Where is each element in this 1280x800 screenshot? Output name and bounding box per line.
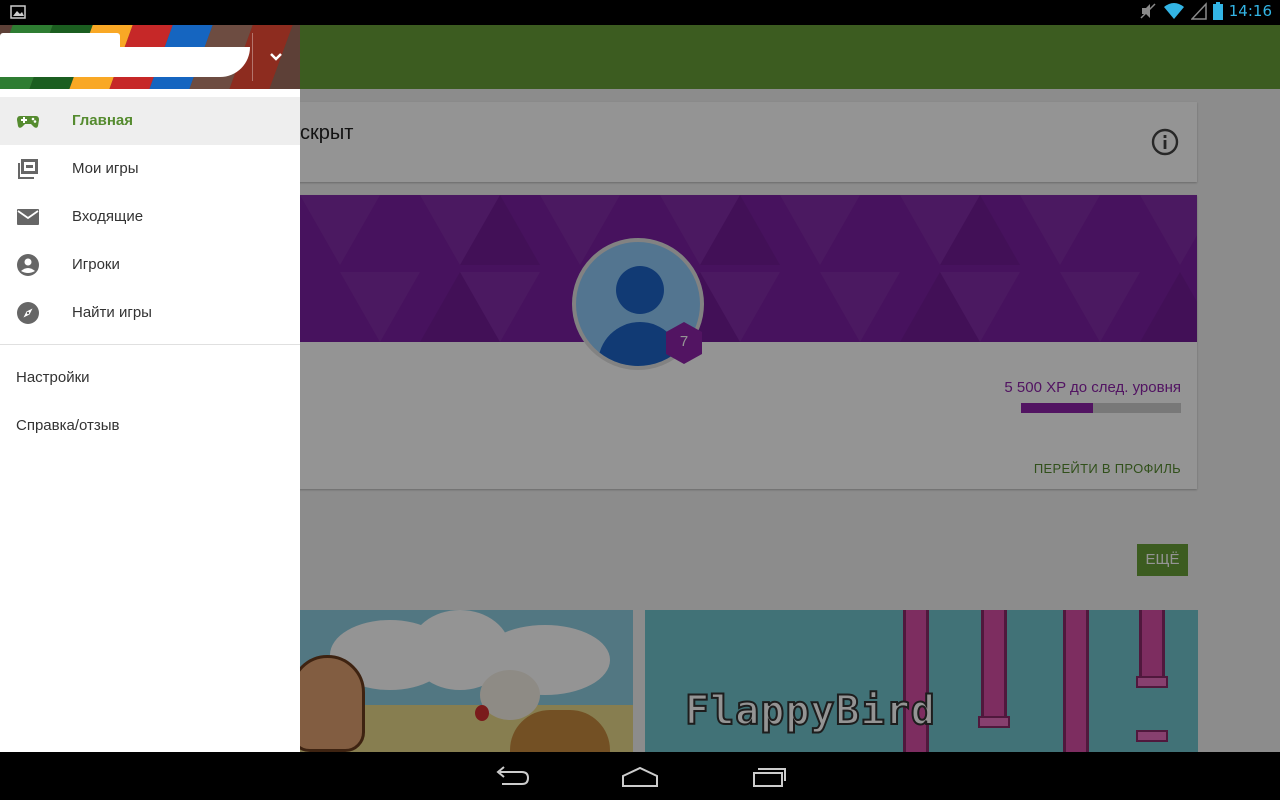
players-icon (17, 254, 39, 276)
signal-icon (1190, 2, 1207, 20)
nav-item-my-games[interactable]: Мои игры (0, 145, 300, 193)
nav-item-label: Главная (72, 112, 134, 129)
account-header (0, 25, 300, 89)
compass-icon (17, 302, 39, 324)
nav-item-label: Входящие (72, 208, 144, 225)
recent-apps-icon[interactable] (748, 764, 788, 788)
help-feedback-item[interactable]: Справка/отзыв (16, 417, 120, 434)
chevron-down-icon[interactable] (262, 43, 290, 71)
wifi-icon (1163, 3, 1184, 19)
back-icon[interactable] (492, 764, 532, 788)
status-bar: 14:16 (0, 0, 1280, 25)
system-nav-bar (0, 752, 1280, 800)
nav-item-label: Игроки (72, 256, 120, 273)
drawer-divider (0, 344, 300, 345)
navigation-drawer: Главная Мои игры Входящие Игроки Найти и… (0, 25, 300, 752)
nav-item-players[interactable]: Игроки (0, 241, 300, 289)
redacted-account-email (0, 47, 250, 77)
home-icon[interactable] (620, 764, 660, 788)
nav-item-label: Найти игры (72, 304, 152, 321)
nav-item-inbox[interactable]: Входящие (0, 193, 300, 241)
image-notification-icon (10, 5, 26, 19)
mute-icon (1140, 3, 1156, 19)
gamepad-icon (17, 116, 39, 128)
my-games-icon (18, 159, 38, 179)
settings-item[interactable]: Настройки (16, 369, 90, 386)
battery-icon (1212, 2, 1223, 20)
drawer-nav-list: Главная Мои игры Входящие Игроки Найти и… (0, 97, 300, 337)
nav-item-find-games[interactable]: Найти игры (0, 289, 300, 337)
inbox-icon (17, 209, 39, 225)
clock: 14:16 (1228, 2, 1272, 20)
header-divider (252, 33, 253, 81)
nav-item-label: Мои игры (72, 160, 139, 177)
nav-item-home[interactable]: Главная (0, 97, 300, 145)
